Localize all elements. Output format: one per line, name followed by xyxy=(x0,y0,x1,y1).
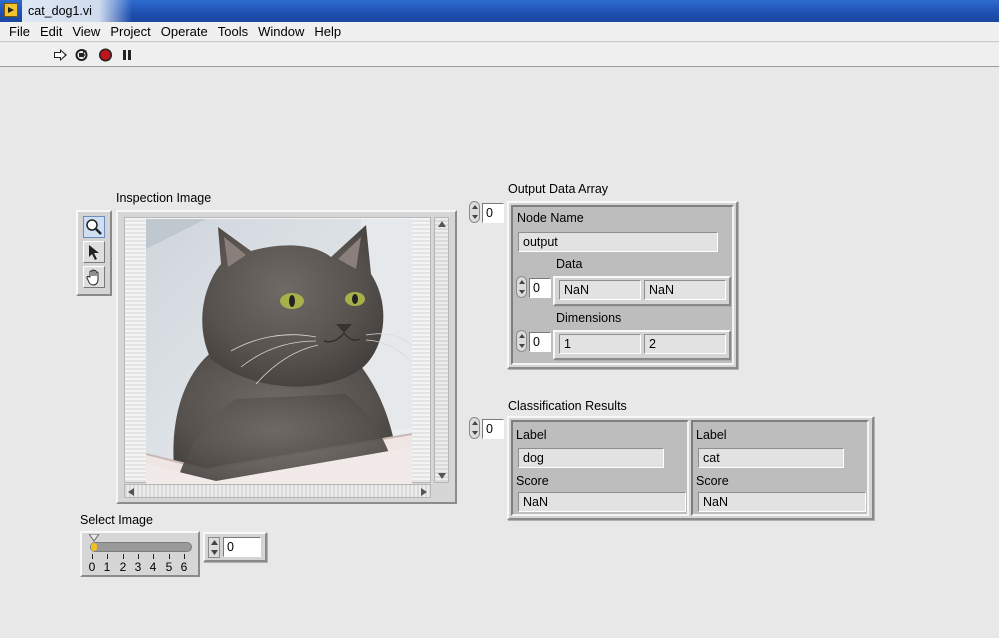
menu-file[interactable]: File xyxy=(4,22,35,42)
slider-tick xyxy=(92,554,93,559)
pan-hand-icon[interactable] xyxy=(83,266,105,288)
slider-tick xyxy=(169,554,170,559)
output-data-array: Node Name output Data 0 NaN NaN Dimensio… xyxy=(507,201,738,369)
inspection-image-label: Inspection Image xyxy=(116,191,212,205)
inspection-image-display[interactable] xyxy=(116,210,457,504)
menu-view[interactable]: View xyxy=(67,22,105,42)
scroll-up-arrow-icon[interactable] xyxy=(438,221,446,227)
data-value[interactable]: NaN xyxy=(644,280,726,300)
slider-tick-label: 4 xyxy=(149,560,157,574)
title-bar: cat_dog1.vi xyxy=(0,0,999,22)
output-data-array-label: Output Data Array xyxy=(508,182,609,196)
select-image-numeric[interactable]: 0 xyxy=(223,537,261,557)
label-value[interactable]: cat xyxy=(698,448,844,468)
score-value[interactable]: NaN xyxy=(698,492,866,512)
menu-project[interactable]: Project xyxy=(105,22,155,42)
image-viewport[interactable] xyxy=(124,217,431,485)
classification-results-label: Classification Results xyxy=(508,399,627,413)
zoom-icon[interactable] xyxy=(83,216,105,238)
dimension-value[interactable]: 1 xyxy=(559,334,641,354)
score-value[interactable]: NaN xyxy=(518,492,686,512)
increment-down-icon[interactable] xyxy=(211,550,218,555)
output-array-index[interactable]: 0 xyxy=(482,203,504,223)
slider-tick-label: 0 xyxy=(88,560,96,574)
label-caption: Label xyxy=(516,428,547,442)
menu-operate[interactable]: Operate xyxy=(156,22,213,42)
slider-tick-label: 2 xyxy=(119,560,127,574)
toolbar xyxy=(0,43,999,67)
score-caption: Score xyxy=(696,474,729,488)
slider-tick xyxy=(138,554,139,559)
slider-tick xyxy=(123,554,124,559)
menu-window[interactable]: Window xyxy=(253,22,309,42)
menu-tools[interactable]: Tools xyxy=(213,22,253,42)
classification-results-array: Label dog Score NaN Label cat Score NaN xyxy=(507,416,874,520)
scroll-left-arrow-icon[interactable] xyxy=(128,488,134,496)
output-array-index-spinner[interactable] xyxy=(469,201,480,223)
data-label: Data xyxy=(556,257,583,271)
classification-index[interactable]: 0 xyxy=(482,419,504,439)
pointer-icon[interactable] xyxy=(83,241,105,263)
label-value[interactable]: dog xyxy=(518,448,664,468)
slider-tick-label: 5 xyxy=(165,560,173,574)
slider-tick xyxy=(153,554,154,559)
dimensions-label: Dimensions xyxy=(556,311,622,325)
abort-stop-icon[interactable] xyxy=(98,48,113,62)
slider-tick xyxy=(107,554,108,559)
output-cluster: Node Name output Data 0 NaN NaN Dimensio… xyxy=(511,205,734,365)
dimensions-array: 1 2 xyxy=(553,330,731,360)
menu-bar: File Edit View Project Operate Tools Win… xyxy=(0,22,999,42)
increment-up-icon[interactable] xyxy=(211,540,218,545)
node-name-label: Node Name xyxy=(517,211,584,225)
score-caption: Score xyxy=(516,474,549,488)
dimension-value[interactable]: 2 xyxy=(644,334,726,354)
dimensions-index-spinner[interactable] xyxy=(516,330,527,352)
select-image-increment[interactable] xyxy=(208,537,220,558)
select-image-label: Select Image xyxy=(80,513,153,527)
classification-index-spinner[interactable] xyxy=(469,417,480,439)
node-name-field[interactable]: output xyxy=(518,232,718,252)
image-vertical-scrollbar[interactable] xyxy=(434,217,449,483)
slider-tick-label: 3 xyxy=(134,560,142,574)
slider-tick-label: 1 xyxy=(103,560,111,574)
data-index[interactable]: 0 xyxy=(529,278,551,298)
run-arrow-icon[interactable] xyxy=(53,48,68,62)
run-continuously-icon[interactable] xyxy=(74,48,89,62)
classification-entry: Label cat Score NaN xyxy=(691,420,869,516)
window-title: cat_dog1.vi xyxy=(22,0,132,22)
slider-fill xyxy=(91,543,97,551)
slider-tick-label: 6 xyxy=(180,560,188,574)
dimensions-index[interactable]: 0 xyxy=(529,332,551,352)
slider-track[interactable] xyxy=(90,542,192,552)
slider-tick xyxy=(184,554,185,559)
scroll-down-arrow-icon[interactable] xyxy=(438,473,446,479)
slider-thumb[interactable] xyxy=(89,534,99,542)
pause-icon[interactable] xyxy=(120,48,135,62)
classification-entry: Label dog Score NaN xyxy=(511,420,689,516)
menu-help[interactable]: Help xyxy=(309,22,346,42)
labview-vi-icon xyxy=(4,3,18,17)
data-value[interactable]: NaN xyxy=(559,280,641,300)
menu-edit[interactable]: Edit xyxy=(35,22,67,42)
label-caption: Label xyxy=(696,428,727,442)
cat-photo xyxy=(146,219,412,485)
select-image-slider[interactable]: 0 1 2 3 4 5 6 xyxy=(80,531,200,577)
data-array: NaN NaN xyxy=(553,276,731,306)
image-horizontal-scrollbar[interactable] xyxy=(124,484,431,498)
data-index-spinner[interactable] xyxy=(516,276,527,298)
image-tool-palette xyxy=(76,210,112,296)
scroll-right-arrow-icon[interactable] xyxy=(421,488,427,496)
select-image-numeric-frame: 0 xyxy=(203,532,267,562)
